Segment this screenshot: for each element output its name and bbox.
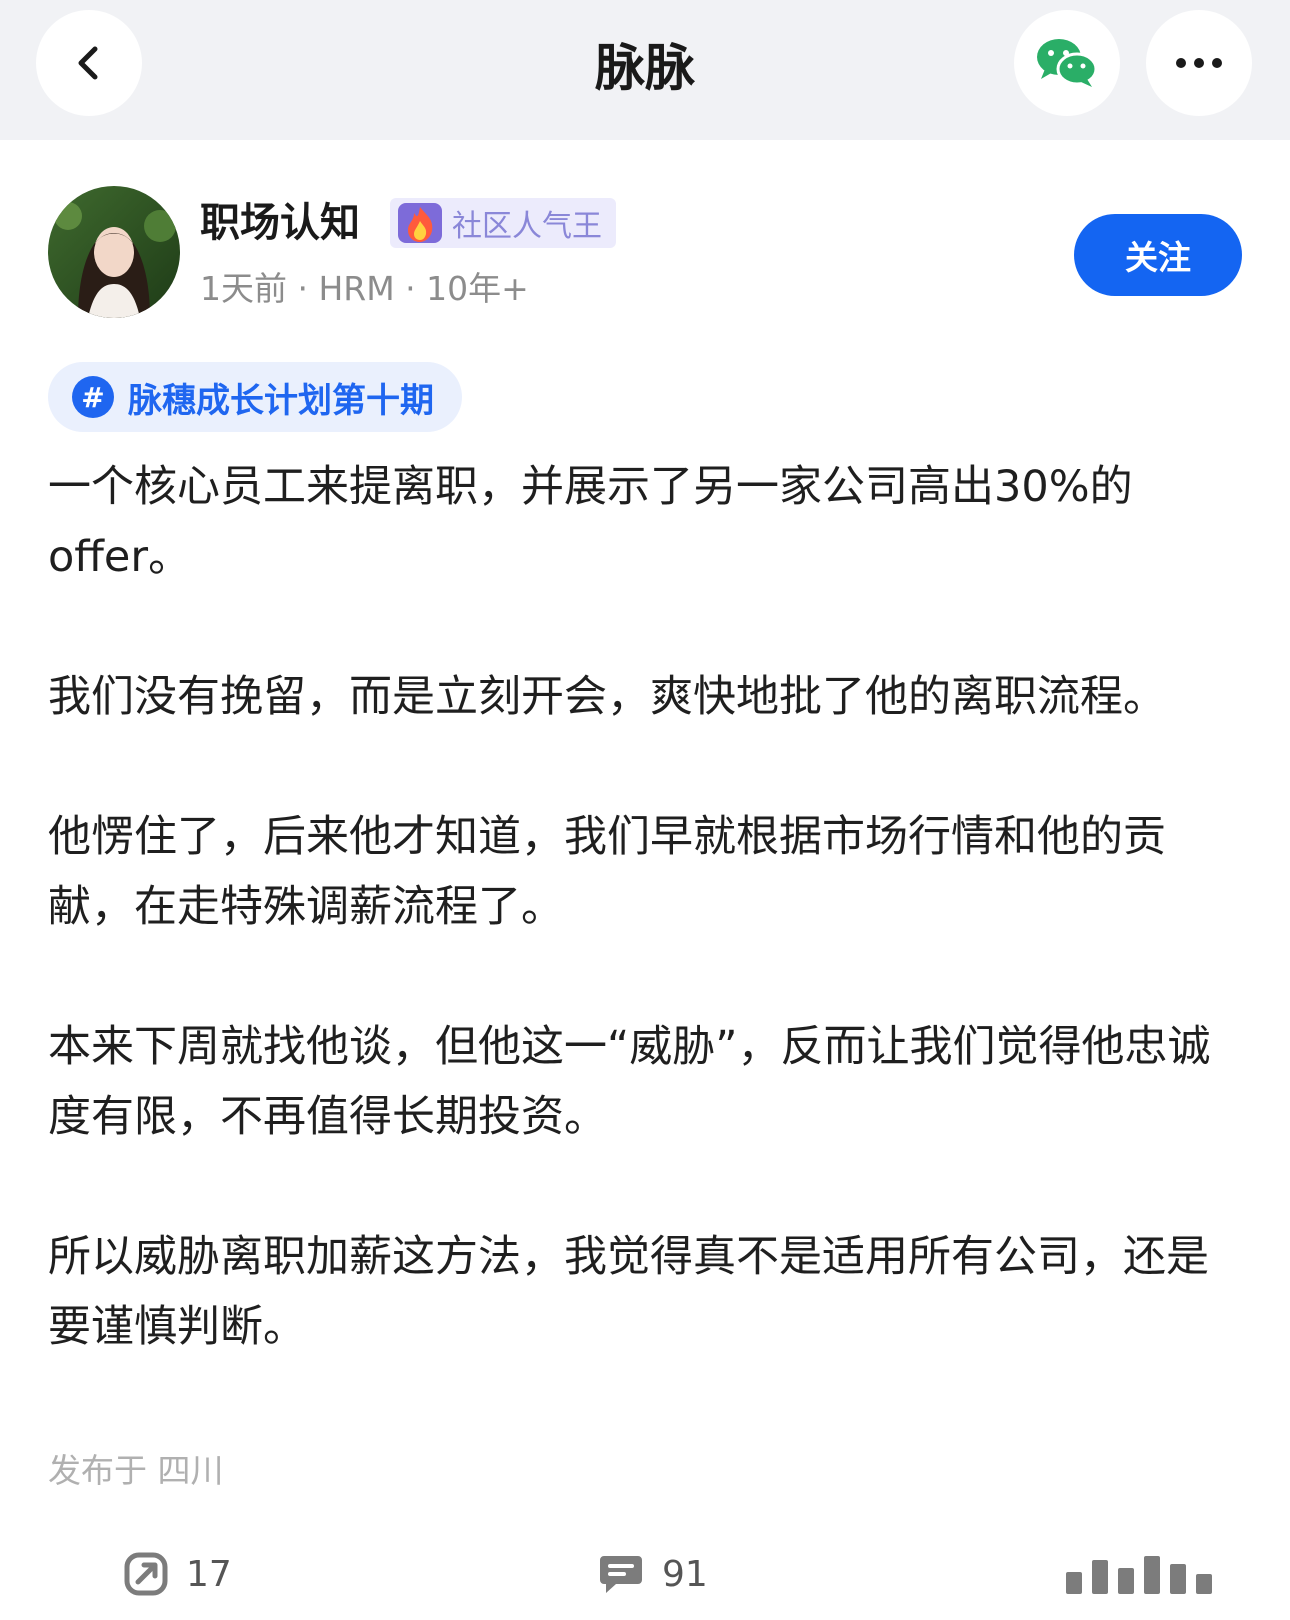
community-badge[interactable]: 社区人气王 — [390, 198, 616, 248]
author-name[interactable]: 职场认知 — [200, 196, 360, 250]
more-button[interactable] — [1146, 10, 1252, 116]
top-nav-bar: 脉脉 — [0, 0, 1290, 140]
back-button[interactable] — [36, 10, 142, 116]
follow-button[interactable]: 关注 — [1074, 214, 1242, 296]
topic-chip[interactable]: # 脉穗成长计划第十期 — [48, 362, 462, 432]
post-paragraph: 所以威胁离职加薪这方法，我觉得真不是适用所有公司，还是要谨慎判断。 — [48, 1232, 1209, 1352]
badge-label: 社区人气王 — [452, 209, 602, 244]
more-horizontal-icon — [1176, 58, 1222, 68]
chevron-left-icon — [78, 46, 98, 80]
like-icon — [1066, 1554, 1212, 1594]
share-action[interactable]: 17 — [124, 1548, 232, 1600]
wechat-share-button[interactable] — [1014, 10, 1120, 116]
post-paragraph: 一个核心员工来提离职，并展示了另一家公司高出30%的offer。 — [48, 462, 1133, 582]
comment-count: 91 — [662, 1553, 708, 1595]
action-bar: 17 91 — [0, 1530, 1290, 1620]
post-paragraph: 我们没有挽留，而是立刻开会，爽快地批了他的离职流程。 — [48, 672, 1166, 722]
avatar[interactable] — [48, 186, 180, 318]
post-location: 发布于 四川 — [48, 1451, 224, 1490]
comment-icon — [600, 1556, 642, 1593]
hashtag-icon: # — [72, 376, 114, 418]
flame-badge-icon — [398, 203, 442, 243]
like-action[interactable] — [1066, 1548, 1212, 1600]
comment-action[interactable]: 91 — [598, 1548, 708, 1600]
post-content: 一个核心员工来提离职，并展示了另一家公司高出30%的offer。 我们没有挽留，… — [48, 452, 1248, 1362]
post-paragraph: 本来下周就找他谈，但他这一“威胁”，反而让我们觉得他忠诚度有限，不再值得长期投资… — [48, 1022, 1211, 1142]
post-meta: 1天前 · HRM · 10年+ — [200, 269, 529, 308]
wechat-icon — [1037, 39, 1098, 87]
share-count: 17 — [186, 1553, 232, 1595]
topic-label: 脉穗成长计划第十期 — [128, 380, 434, 421]
share-icon — [124, 1552, 168, 1596]
post-paragraph: 他愣住了，后来他才知道，我们早就根据市场行情和他的贡献，在走特殊调薪流程了。 — [48, 812, 1166, 932]
